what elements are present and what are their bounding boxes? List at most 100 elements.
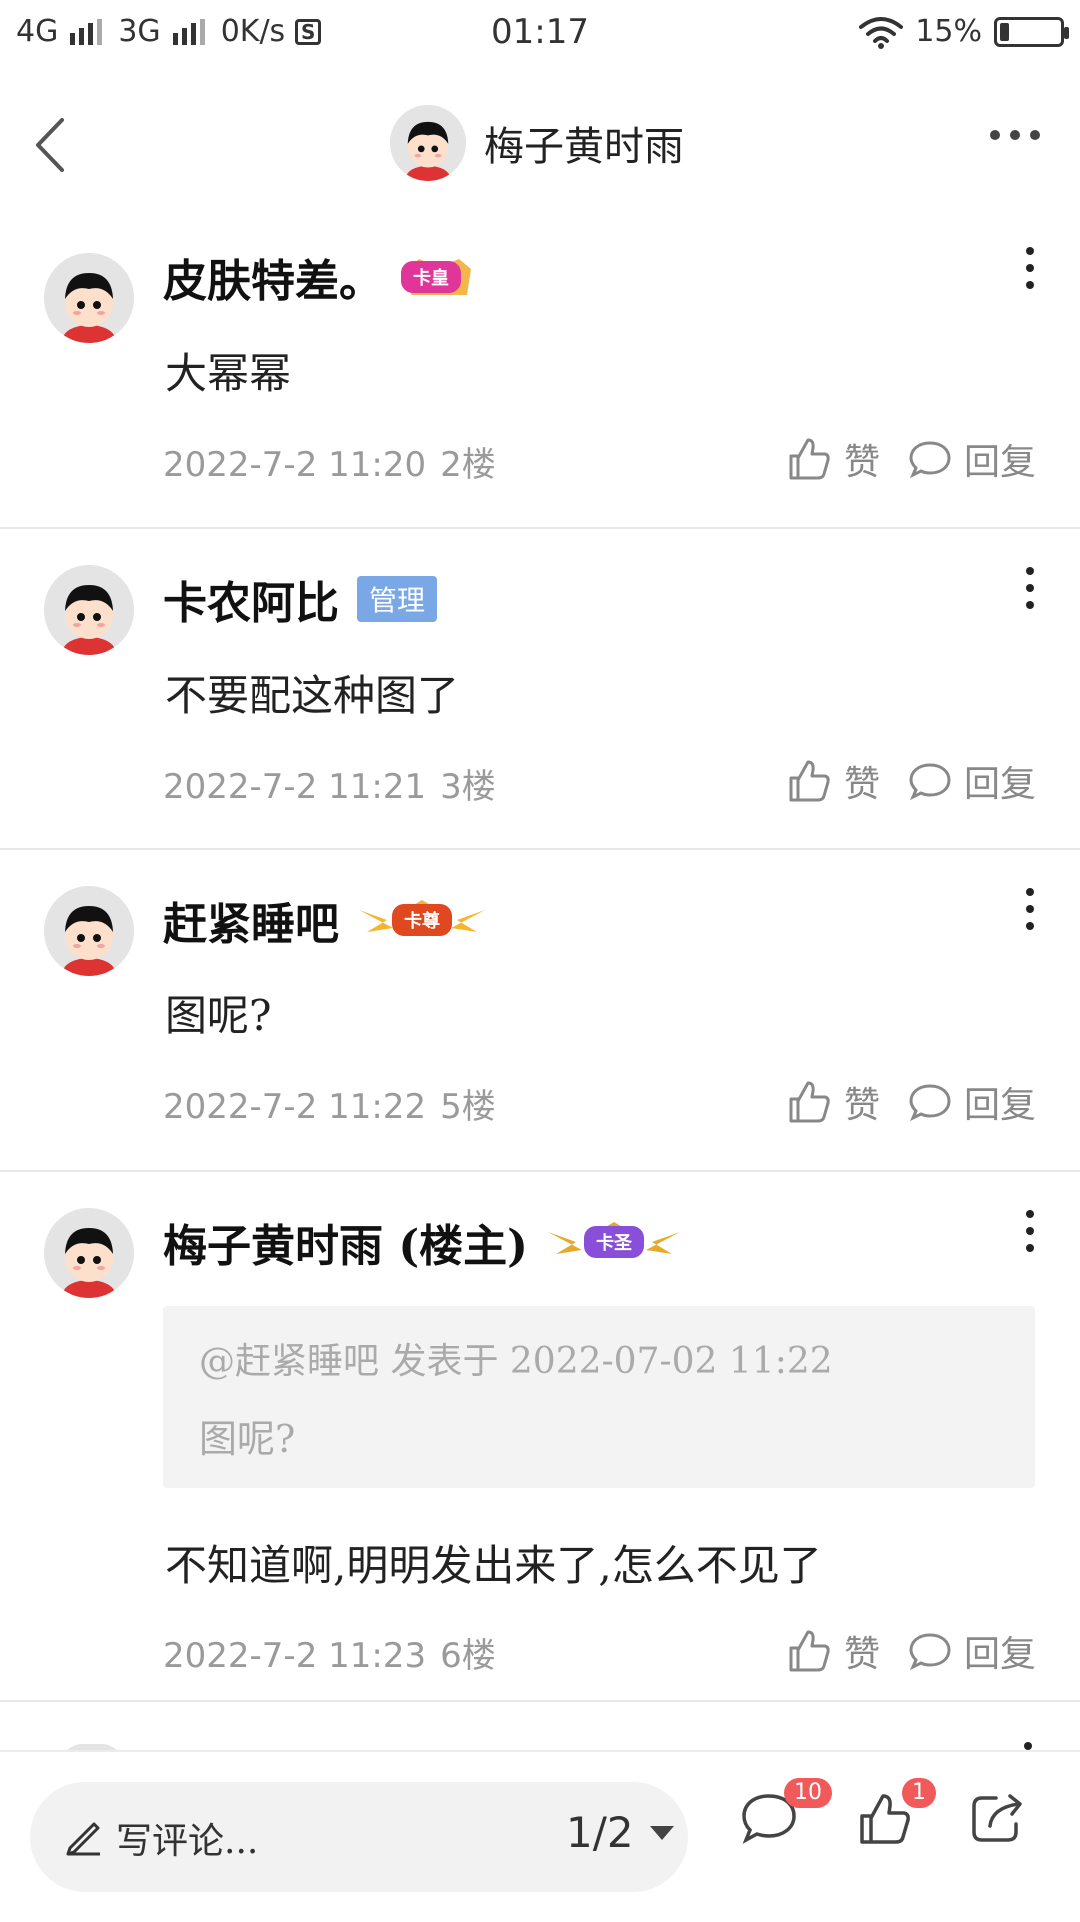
floor-number: 3楼	[440, 767, 496, 807]
like-label: 赞	[843, 1085, 880, 1126]
level-badge: 卡圣	[546, 1220, 682, 1264]
floor-number: 5楼	[440, 1087, 496, 1127]
comment-more-button[interactable]	[1024, 1742, 1032, 1750]
comment-actions: 赞 回复	[786, 433, 1036, 485]
comment-text: 不要配这种图了	[165, 671, 460, 720]
back-arrow-icon[interactable]	[28, 110, 88, 180]
username-row: 皮肤特差。 卡皇	[163, 245, 471, 309]
caret-down-icon	[649, 1825, 674, 1840]
username-row: 赶紧睡吧 卡尊	[163, 888, 487, 952]
comment-text: 大幂幂	[165, 349, 292, 398]
comment-meta: 2022-7-2 11:20 2楼	[163, 437, 496, 486]
reply-label: 回复	[963, 1634, 1036, 1675]
avatar	[390, 105, 466, 181]
reply-label: 回复	[963, 764, 1036, 805]
avatar[interactable]	[44, 565, 134, 655]
comment-more-button[interactable]	[1024, 567, 1036, 609]
admin-badge: 管理	[357, 576, 438, 622]
comment-meta: 2022-7-2 11:23 6楼	[163, 1628, 496, 1677]
avatar[interactable]	[44, 1208, 134, 1298]
page-title: 梅子黄时雨	[484, 124, 684, 170]
level-badge-text: 卡圣	[583, 1226, 644, 1258]
comment-bubble-icon	[909, 763, 951, 801]
pencil-icon	[66, 1822, 100, 1856]
share-icon	[972, 1794, 1022, 1842]
comment-date: 2022-7-2 11:21	[163, 767, 427, 807]
comment-bubble-icon	[909, 1633, 951, 1671]
comment-actions: 赞 回复	[786, 1076, 1036, 1128]
battery-level	[1000, 22, 1009, 41]
avatar-illustration	[44, 253, 134, 343]
comment-meta: 2022-7-2 11:21 3楼	[163, 759, 496, 808]
page-indicator: 1/2	[566, 1808, 634, 1857]
thumbs-up-icon	[789, 760, 830, 802]
comment-bubble-icon	[909, 441, 951, 479]
like-thread-button[interactable]: 1	[858, 1778, 936, 1850]
avatar-illustration	[44, 1208, 134, 1298]
quote-header: @赶紧睡吧 发表于 2022-07-02 11:22	[199, 1341, 833, 1382]
avatar-illustration	[44, 886, 134, 976]
like-button[interactable]: 赞	[786, 1625, 880, 1677]
username[interactable]: 皮肤特差。	[163, 245, 383, 309]
quote-text: 图呢?	[199, 1417, 296, 1461]
status-bar: 4G 3G 0K/s S 01:17 15%	[0, 0, 1080, 70]
more-options-button[interactable]	[990, 130, 1040, 140]
thumbs-up-icon	[789, 438, 830, 480]
wifi-icon	[859, 16, 904, 49]
like-count-badge: 1	[902, 1778, 936, 1808]
comment-text: 不知道啊,明明发出来了,怎么不见了	[165, 1541, 822, 1590]
avatar[interactable]	[44, 253, 134, 343]
thumbs-up-icon	[789, 1630, 830, 1672]
username[interactable]: 赶紧睡吧	[163, 888, 339, 952]
comment-more-button[interactable]	[1024, 247, 1036, 289]
status-right: 15%	[859, 14, 1069, 49]
level-badge: 卡尊	[357, 898, 487, 942]
comment-meta: 2022-7-2 11:22 5楼	[163, 1079, 496, 1128]
battery-icon	[994, 16, 1069, 47]
comment-item: 梅子黄时雨 (楼主) 卡圣 @赶紧睡吧 发表于 2022-07-02 11:22…	[0, 1170, 1080, 1702]
quoted-reply: @赶紧睡吧 发表于 2022-07-02 11:22 图呢?	[163, 1306, 1035, 1488]
avatar[interactable]	[44, 886, 134, 976]
thumbs-up-icon	[789, 1081, 830, 1123]
comment-actions: 赞 回复	[786, 1625, 1036, 1677]
floor-number: 2楼	[440, 445, 496, 485]
level-badge-text: 卡尊	[392, 904, 452, 936]
like-label: 赞	[843, 1634, 880, 1675]
reply-label: 回复	[963, 442, 1036, 483]
floor-number: 6楼	[440, 1636, 496, 1676]
write-comment-placeholder: 写评论...	[116, 1821, 259, 1862]
reply-button[interactable]: 回复	[908, 433, 1036, 485]
comment-item: 皮肤特差。 卡皇 大幂幂 2022-7-2 11:20 2楼 赞 回复	[0, 215, 1080, 529]
comment-count-badge: 10	[784, 1778, 832, 1808]
comment-more-button[interactable]	[1024, 888, 1036, 930]
share-button[interactable]	[970, 1792, 1026, 1848]
comment-more-button[interactable]	[1024, 1210, 1036, 1252]
write-comment-field[interactable]: 写评论... 1/2	[30, 1782, 688, 1892]
username[interactable]: 梅子黄时雨 (楼主)	[163, 1210, 528, 1274]
like-label: 赞	[843, 442, 880, 483]
level-badge-text: 卡皇	[401, 261, 461, 293]
reply-button[interactable]: 回复	[908, 1625, 1036, 1677]
username-row: 卡农阿比 管理	[163, 567, 438, 631]
comment-date: 2022-7-2 11:22	[163, 1087, 427, 1127]
level-badge: 卡皇	[401, 255, 471, 299]
reply-button[interactable]: 回复	[908, 755, 1036, 807]
like-label: 赞	[843, 764, 880, 805]
comments-button[interactable]: 10	[740, 1778, 832, 1848]
like-button[interactable]: 赞	[786, 1076, 880, 1128]
avatar-illustration	[44, 565, 134, 655]
like-button[interactable]: 赞	[786, 755, 880, 807]
reply-label: 回复	[963, 1085, 1036, 1126]
comment-date: 2022-7-2 11:20	[163, 445, 427, 485]
comment-item: 卡农阿比 管理 不要配这种图了 2022-7-2 11:21 3楼 赞 回复	[0, 527, 1080, 850]
reply-button[interactable]: 回复	[908, 1076, 1036, 1128]
comment-text: 图呢?	[165, 991, 272, 1040]
page-selector[interactable]: 1/2	[566, 1808, 674, 1857]
username[interactable]: 卡农阿比	[163, 567, 339, 631]
thread-header: 梅子黄时雨	[0, 80, 1080, 210]
next-comment-peek	[0, 1730, 1080, 1750]
like-button[interactable]: 赞	[786, 433, 880, 485]
battery-percent: 15%	[915, 14, 982, 49]
header-title-group[interactable]: 梅子黄时雨	[390, 105, 684, 181]
bottom-action-bar: 写评论... 1/2 10 1	[0, 1750, 1080, 1922]
